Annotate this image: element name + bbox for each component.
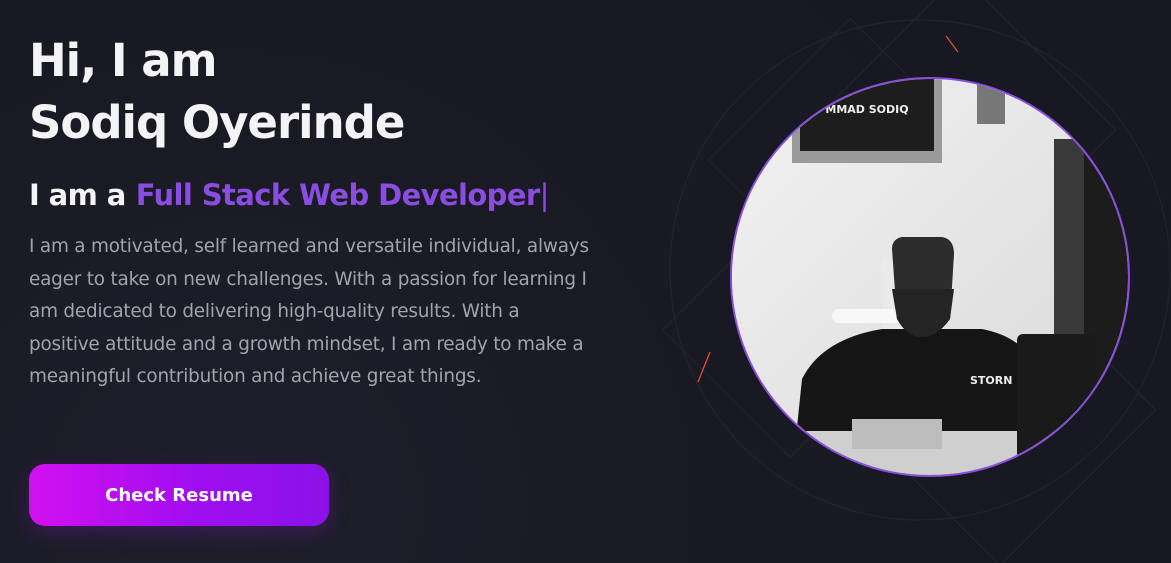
role-title: Full Stack Web Developer — [135, 178, 540, 212]
hero-section: Hi, I am Sodiq Oyerinde I am a Full Stack… — [0, 0, 1171, 563]
accent-streak — [945, 35, 959, 53]
role-line: I am a Full Stack Web Developer| — [29, 174, 549, 216]
check-resume-button[interactable]: Check Resume — [29, 464, 329, 526]
greeting-text: Hi, I am — [29, 34, 218, 87]
bio-paragraph: I am a motivated, self learned and versa… — [29, 236, 589, 388]
frame-caption: MMAD SODIQ — [825, 103, 908, 116]
role-prefix: I am a — [29, 178, 126, 212]
profile-photo-frame: MMAD SODIQ STORN — [730, 77, 1130, 477]
typing-cursor: | — [539, 178, 550, 212]
hero-heading: Hi, I am Sodiq Oyerinde — [29, 30, 405, 154]
name-text: Sodiq Oyerinde — [29, 96, 405, 149]
shirt-logo: STORN — [970, 374, 1012, 387]
profile-photo: MMAD SODIQ STORN — [732, 79, 1128, 475]
